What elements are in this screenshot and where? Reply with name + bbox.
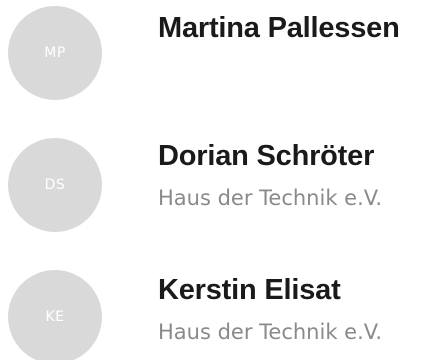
- avatar: KE: [8, 270, 102, 360]
- contact-organization: Haus der Technik e.V.: [158, 186, 383, 210]
- contact-list: MP Martina Pallessen DS Dorian Schröter …: [0, 0, 422, 360]
- avatar-initials: MP: [44, 45, 66, 61]
- contact-name: Kerstin Elisat: [158, 274, 341, 306]
- contact-name: Dorian Schröter: [158, 140, 375, 172]
- contact-item[interactable]: KE Kerstin Elisat Haus der Technik e.V.: [0, 240, 422, 360]
- avatar-initials: DS: [44, 177, 66, 193]
- avatar: DS: [8, 138, 102, 232]
- avatar: MP: [8, 6, 102, 100]
- contact-name: Martina Pallessen: [158, 12, 400, 44]
- contact-item[interactable]: DS Dorian Schröter Haus der Technik e.V.: [0, 120, 422, 240]
- contact-item[interactable]: MP Martina Pallessen: [0, 0, 422, 120]
- contact-organization: Haus der Technik e.V.: [158, 320, 383, 344]
- avatar-initials: KE: [45, 309, 65, 325]
